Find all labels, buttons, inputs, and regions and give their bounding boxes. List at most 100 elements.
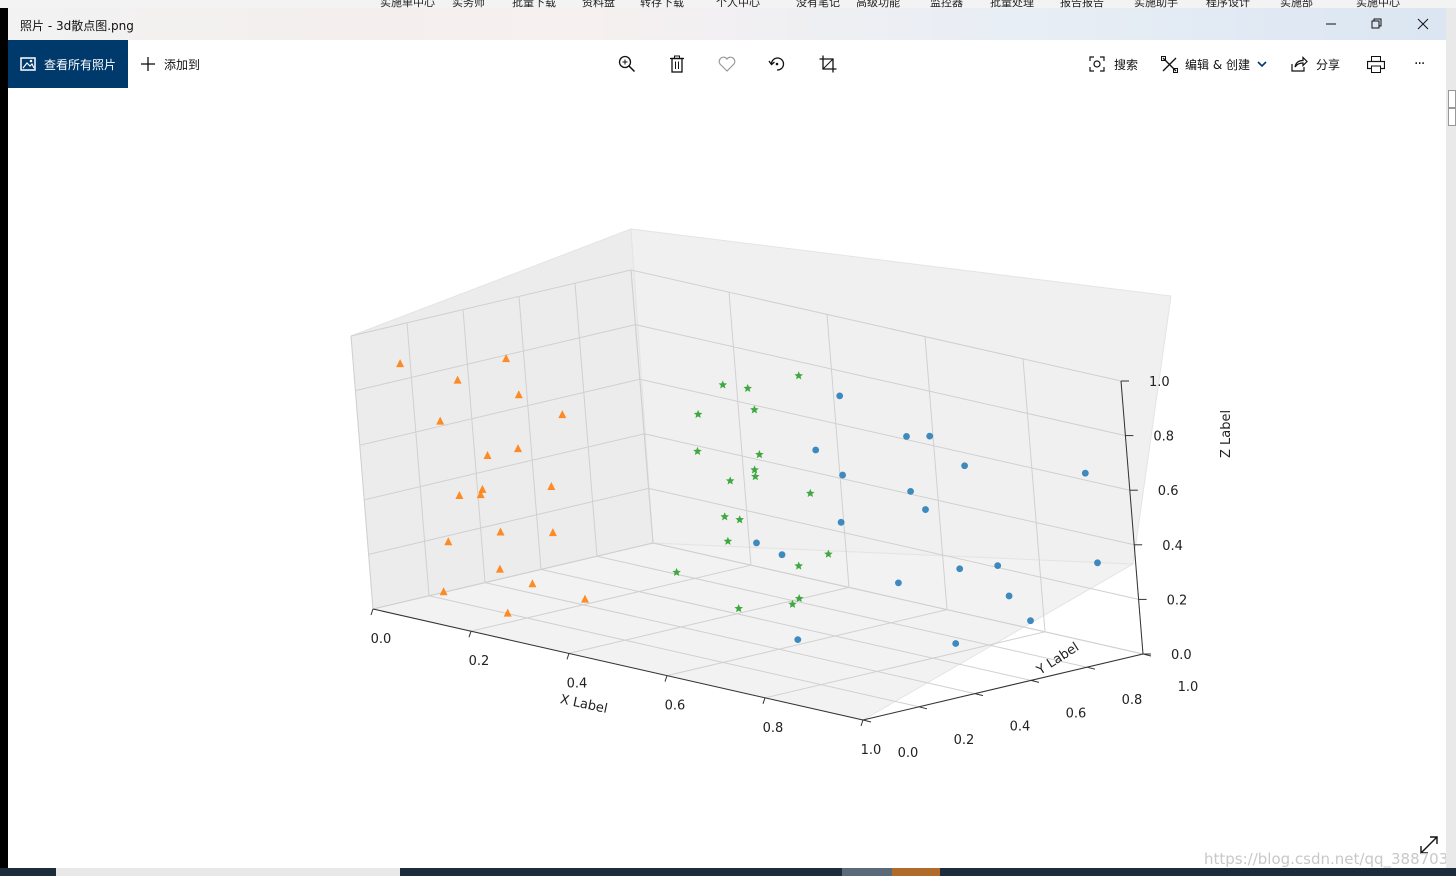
share-button[interactable]: 分享 — [1291, 40, 1340, 88]
restore-button[interactable] — [1354, 8, 1400, 40]
x-tick-label: 0.2 — [469, 654, 490, 669]
left-pane — [350, 228, 654, 610]
circle-marker — [961, 462, 968, 470]
circle-marker — [836, 392, 844, 400]
z-tick-label: 0.0 — [1171, 648, 1192, 663]
page-scrollbar[interactable] — [1446, 8, 1456, 868]
scroll-up-icon[interactable] — [1448, 90, 1456, 108]
desktop-edge — [0, 8, 8, 868]
y-tick-label: 0.2 — [954, 733, 975, 748]
photos-toolbar: 查看所有照片 添加到 搜索 编辑 & 创建 分享 ··· — [8, 40, 1446, 88]
z-axis-label: Z Label — [1219, 410, 1234, 458]
bookmark-item[interactable]: 转存下载 — [640, 0, 684, 8]
bookmark-item[interactable]: 实施部 — [1280, 0, 1313, 8]
bookmark-item[interactable]: 个人中心 — [716, 0, 760, 8]
circle-marker — [956, 565, 964, 573]
y-tick-mark — [918, 706, 928, 710]
x-tick-label: 0.8 — [763, 721, 784, 736]
edit-create-label: 编辑 & 创建 — [1185, 57, 1250, 72]
scatter-3d-chart: 0.0 0.2 0.4 0.6 0.8 1.0 0.0 0.2 0.4 0.6 0.8 1.0 0.0 0… — [350, 228, 1234, 761]
zoom-in-button[interactable] — [618, 40, 636, 88]
delete-icon — [670, 55, 684, 73]
taskbar — [0, 868, 1456, 876]
chevron-down-icon — [1257, 61, 1267, 68]
add-to-label: 添加到 — [164, 57, 201, 72]
circle-marker — [907, 488, 914, 495]
circle-marker — [1005, 592, 1013, 600]
view-all-photos-button[interactable]: 查看所有照片 — [8, 40, 128, 88]
edit-icon — [1161, 55, 1178, 73]
circle-marker — [952, 640, 960, 647]
crop-icon — [819, 55, 837, 73]
plus-icon — [141, 57, 155, 71]
more-button[interactable]: ··· — [1414, 40, 1425, 88]
taskbar-app-button[interactable] — [842, 868, 892, 876]
edit-create-button[interactable]: 编辑 & 创建 — [1161, 40, 1267, 88]
y-tick-label: 1.0 — [1178, 680, 1199, 695]
z-tick-label: 0.2 — [1167, 593, 1188, 608]
circle-marker — [1094, 559, 1101, 567]
delete-button[interactable] — [669, 40, 685, 88]
taskbar-app-button[interactable] — [892, 868, 940, 876]
circle-marker — [1081, 469, 1089, 477]
view-all-label: 查看所有照片 — [44, 57, 117, 72]
x-axis-label: X Label — [559, 692, 609, 717]
y-tick-mark — [1030, 679, 1040, 683]
minimize-icon — [1326, 23, 1336, 25]
x-tick-label: 0.4 — [567, 676, 588, 691]
y-tick-label: 0.4 — [1010, 720, 1031, 735]
minimize-button[interactable] — [1308, 8, 1354, 40]
photo-canvas[interactable]: 0.0 0.2 0.4 0.6 0.8 1.0 0.0 0.2 0.4 0.6 0.8 1.0 0.0 0… — [8, 88, 1446, 868]
x-tick-label: 1.0 — [861, 743, 882, 758]
bookmark-item[interactable]: 批量处理 — [990, 0, 1034, 8]
rotate-button[interactable] — [768, 40, 786, 88]
z-tick-label: 1.0 — [1149, 375, 1170, 390]
x-tick-mark — [762, 697, 766, 704]
bookmark-item[interactable]: 监控器 — [930, 0, 963, 8]
print-button[interactable] — [1367, 40, 1385, 88]
crop-button[interactable] — [819, 40, 837, 88]
bookmark-item[interactable]: 没有笔记 — [796, 0, 840, 8]
bookmark-item[interactable]: 实施中心 — [1356, 0, 1400, 8]
scroll-down-icon[interactable] — [1448, 108, 1456, 126]
window-title: 照片 - 3d散点图.png — [20, 19, 134, 33]
taskbar-search-box[interactable] — [56, 868, 400, 876]
back-pane — [630, 228, 1172, 565]
restore-icon — [1371, 18, 1382, 29]
photos-window: 照片 - 3d散点图.png 查看所有照片 添加到 搜索 编辑 & 创建 分享 … — [8, 8, 1446, 868]
bookmark-item[interactable]: 实施助手 — [1134, 0, 1178, 8]
z-tick-label: 0.4 — [1162, 539, 1183, 554]
watermark-text: https://blog.csdn.net/qq_38870388 — [1204, 850, 1446, 868]
circle-marker — [837, 518, 845, 526]
y-tick-label: 0.8 — [1122, 693, 1143, 708]
x-tick-mark — [566, 653, 570, 660]
close-button[interactable] — [1400, 8, 1446, 40]
x-tick-mark — [860, 719, 864, 727]
bookmark-item[interactable]: 实施单中心 — [380, 0, 435, 8]
bookmark-item[interactable]: 实务师 — [452, 0, 485, 8]
close-icon — [1417, 18, 1429, 30]
x-tick-label: 0.0 — [371, 632, 392, 647]
bookmark-item[interactable]: 报告报告 — [1060, 0, 1104, 8]
bookmark-item[interactable]: 高级功能 — [856, 0, 900, 8]
title-bar[interactable]: 照片 - 3d散点图.png — [8, 8, 1446, 40]
circle-marker — [994, 562, 1002, 570]
bookmark-item[interactable]: 批量下载 — [512, 0, 556, 8]
search-button[interactable]: 搜索 — [1089, 40, 1138, 88]
bookmark-item[interactable]: 程序设计 — [1206, 0, 1250, 8]
share-icon — [1291, 56, 1308, 72]
z-tick-label: 0.8 — [1153, 430, 1174, 445]
add-to-button[interactable]: 添加到 — [140, 40, 200, 88]
y-tick-mark — [862, 719, 872, 723]
circle-marker — [839, 471, 846, 479]
y-tick-label: 0.0 — [898, 746, 919, 761]
x-tick-mark — [664, 675, 668, 682]
y-tick-mark — [1086, 666, 1096, 670]
circle-marker — [812, 446, 820, 454]
y-axis-label: Y Label — [1033, 640, 1082, 679]
bookmark-item[interactable]: 资料盘 — [582, 0, 615, 8]
favorite-button[interactable] — [718, 40, 736, 88]
bookmarks-bar: 实施单中心 实务师 批量下载 资料盘 转存下载 个人中心 没有笔记 高级功能 监… — [0, 0, 1456, 8]
zoom-in-icon — [618, 55, 636, 73]
search-label: 搜索 — [1114, 57, 1139, 72]
